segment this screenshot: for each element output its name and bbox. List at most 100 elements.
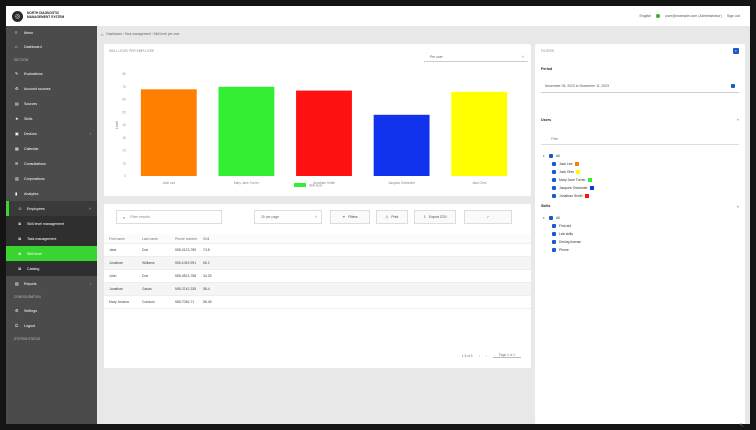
table-row[interactable]: Mary Jessica Conduct 555-7046-71 58.45 [104,296,531,309]
table-cell: Doe [142,248,149,252]
checkbox-icon[interactable] [552,162,556,166]
table-row[interactable]: Jonathan Gauss 555-3742-335 58.4 [104,283,531,296]
column-header[interactable]: Skill [203,237,243,241]
column-header[interactable]: First name [104,237,142,241]
skills-tree-item[interactable]: Lab skills [543,230,581,238]
users-tree: ▾ All Jack Lee Jack Ohm Mary Jane Turner Jacq… [543,152,594,200]
column-header[interactable]: Last name [142,237,175,241]
column-header[interactable]: Phone number [175,237,203,241]
home-icon: ⌂ [15,44,18,49]
table-toolbar: ⌕ Filter results 25 per page ˅ ⏷ Filters… [104,204,531,230]
checkbox-icon[interactable] [552,194,556,198]
apply-button[interactable]: ✓ [464,210,512,224]
sidebar-item-account-sources[interactable]: ⚙ Account sources [6,81,97,96]
users-tree-item[interactable]: Jacques Ostrander [543,184,594,192]
expand-icon[interactable]: ▾ [543,154,547,158]
checkbox-icon[interactable] [552,170,556,174]
breadcrumb-text[interactable]: Dashboard › Task management › Skill leve… [106,32,179,36]
user-account[interactable]: user@example.com (Administrator) [665,14,722,18]
users-tree-item[interactable]: Jack Lee [543,160,594,168]
skills-label: Skills [541,204,551,208]
users-tree-root[interactable]: ▾ All [543,152,594,160]
skills-tree-item[interactable]: Phone [543,246,581,254]
search-input[interactable]: ⌕ Filter results [116,210,222,224]
rows-info: 1-5 of 5 [461,353,473,358]
calendar-icon: ▦ [15,146,19,151]
per-page-select[interactable]: 25 per page ˅ [254,210,322,224]
home-icon[interactable]: ⌂ [101,32,103,37]
color-swatch [589,186,594,190]
table-cell: 555-3742-335 [175,287,197,291]
users-filter-input[interactable]: Filter [541,133,739,145]
users-tree-item[interactable]: Jack Ohm [543,168,594,176]
status-dot-icon [656,14,661,18]
table-cell: 555-1049-991 [175,261,197,265]
checkbox-icon[interactable] [552,178,556,182]
table-row[interactable]: Jonathan Williams 555-1049-991 65.2 [104,257,531,270]
table-row[interactable]: John Doe 555-0823-788 34.25 [104,270,531,283]
export-button[interactable]: ⇩ Export CSV [414,210,456,224]
sidebar-item-skill-level[interactable]: ≣ Skill level [6,246,97,261]
color-swatch [584,194,589,198]
sidebar-item-sources[interactable]: ▤ Sources [6,96,97,111]
prev-page-icon[interactable]: ‹ [479,354,480,358]
chat-icon: ✉ [15,161,19,166]
list-icon: ≣ [18,266,22,271]
skills-tree-item[interactable]: Driving license [543,238,581,246]
checkbox-icon[interactable] [552,224,556,228]
check-icon: ✓ [486,215,490,219]
sidebar-item-skill-level-management[interactable]: ≣ Skill level management [6,216,97,231]
checkbox-icon[interactable] [549,216,553,220]
list-icon: ≣ [18,236,22,241]
sidebar-item-corporations[interactable]: ▥ Corporations [6,171,97,186]
table-cell: 555-0823-788 [175,274,197,278]
chart-card: SKILL LEVEL PER EMPLOYEE Per user ˅ Leve… [104,44,531,196]
sidebar-item-task-management[interactable]: ≣ Task management [6,231,97,246]
users-tree-item[interactable]: Mary Jane Turner [543,176,594,184]
sidebar-item-reports[interactable]: ▧ Reports › [6,276,97,291]
panel-action-icon[interactable]: ▪ [733,48,739,54]
sidebar-item-label: Account sources [24,86,51,91]
table-row[interactable]: Jane Doe 555-0123-789 74.8 [104,244,531,257]
tree-item-label: First aid [559,224,572,228]
menu-toggle[interactable]: ≡ Menu [6,26,97,39]
sidebar-item-analytics[interactable]: ▮ Analytics [6,186,97,201]
tree-item-label: Jack Lee [559,162,573,166]
print-button[interactable]: ⎙ Print [376,210,408,224]
bar-chart: Level 0 10 20 30 40 50 60 70 80 Jack Lee Mary Jane … [115,72,508,188]
sidebar-item-calendar[interactable]: ▦ Calendar [6,141,97,156]
logout-link[interactable]: Sign out [727,14,740,18]
tree-item-label: Jacques Ostrander [559,186,588,190]
sidebar-item-consultations[interactable]: ✉ Consultations [6,156,97,171]
users-tree-item[interactable]: Jonathan Smith [543,192,594,200]
sidebar-item-devices[interactable]: ▣ Devices › [6,126,97,141]
chevron-up-icon[interactable]: ˄ [737,117,739,122]
sidebar-item-employees[interactable]: ☺ Employees ˅ [6,201,97,216]
mouse-pointer-icon: ↖ [739,423,745,429]
skills-tree-root[interactable]: ▾ All [543,214,581,222]
period-input[interactable]: November 05, 2023 to November 11, 2023 [541,79,739,93]
sidebar-item-logout[interactable]: ⏻ Logout [6,318,97,333]
filters-button[interactable]: ⏷ Filters [330,210,370,224]
checkbox-icon[interactable] [552,186,556,190]
chevron-up-icon[interactable]: ˄ [737,204,739,209]
sidebar-item-evaluations[interactable]: ✎ Evaluations [6,66,97,81]
expand-icon[interactable]: ▾ [543,216,547,220]
next-page-icon[interactable]: › [486,354,487,358]
y-tick-label: 30 [122,136,126,140]
checkbox-icon[interactable] [552,240,556,244]
sidebar-item-label: Consultations [24,161,46,166]
checkbox-icon[interactable] [552,232,556,236]
bar-3 [373,114,430,176]
sidebar-item-catalog[interactable]: ≣ Catalog [6,261,97,276]
skills-tree-item[interactable]: First aid [543,222,581,230]
sidebar-item-skills[interactable]: ★ Skills [6,111,97,126]
app-logo[interactable]: ◎ NORTH DIAGNOSTIC MANAGEMENT SYSTEM [6,10,75,22]
sidebar-item-dashboard[interactable]: ⌂ Dashboard [6,39,97,54]
language-selector[interactable]: English [639,14,651,18]
checkbox-icon[interactable] [549,154,553,158]
page-select[interactable]: Page 1 of 1 [492,353,521,358]
tree-item-label: All [556,154,560,158]
sidebar-item-settings[interactable]: ⚙ Settings [6,303,97,318]
checkbox-icon[interactable] [552,248,556,252]
